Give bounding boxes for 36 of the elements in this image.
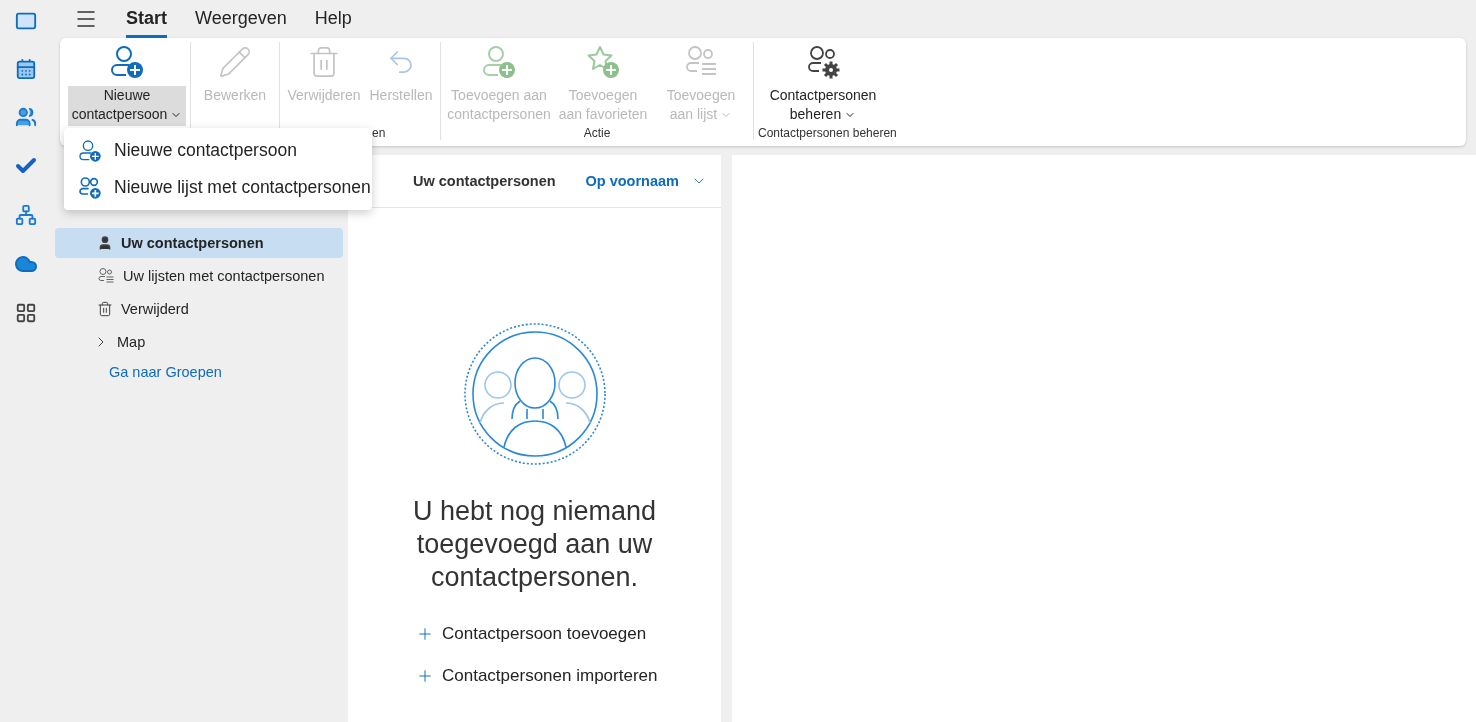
sidebar-item[interactable]: Map <box>55 327 343 357</box>
menu-item[interactable]: Nieuwe lijst met contactpersonen <box>64 169 372 206</box>
group-label: en <box>371 126 386 140</box>
add-action[interactable]: Contactpersoon toevoegen <box>416 624 658 644</box>
groups-link[interactable]: Ga naar Groepen <box>55 360 222 380</box>
org-chart-icon[interactable] <box>15 204 37 226</box>
list-title: Uw contactpersonen <box>413 173 556 189</box>
people-icon[interactable] <box>15 106 37 128</box>
trash-icon <box>307 45 341 79</box>
group-label: Actie <box>583 126 611 140</box>
menu-tab[interactable]: Weergeven <box>195 3 287 38</box>
ribbon-button[interactable]: Contactpersonen beheren <box>758 42 888 126</box>
add-action[interactable]: Contactpersonen importeren <box>416 666 658 686</box>
sidebar-item[interactable]: Uw contactpersonen <box>55 228 343 258</box>
sort-dropdown[interactable]: Op voornaam <box>579 172 713 190</box>
star-plus-icon <box>585 44 621 80</box>
sidebar-item[interactable]: Uw lijsten met contactpersonen <box>55 261 343 291</box>
pencil-icon <box>218 45 252 79</box>
person-plus-icon <box>481 44 517 80</box>
person-plus-icon <box>109 44 145 80</box>
people-gear-icon <box>805 44 841 80</box>
people-plus-icon <box>78 175 102 200</box>
trash-icon <box>97 301 113 317</box>
calendar-icon[interactable] <box>15 58 37 80</box>
ribbon-button[interactable]: Nieuwe contactpersoon <box>68 42 186 126</box>
menu-tab[interactable]: Help <box>314 3 352 38</box>
person-plus-icon <box>78 138 102 163</box>
group-label: Contactpersonen beheren <box>758 126 897 140</box>
empty-message: U hebt nog niemand toegevoegd aan uw contactpersonen. <box>411 495 658 594</box>
plus-icon <box>416 625 434 643</box>
apps-icon[interactable] <box>15 302 37 324</box>
plus-icon <box>416 667 434 685</box>
sidebar-item[interactable]: Verwijderd <box>55 294 343 324</box>
menu-item[interactable]: Nieuwe contactpersoon <box>64 132 372 169</box>
person-icon <box>97 235 113 251</box>
people-list-icon <box>97 267 115 285</box>
